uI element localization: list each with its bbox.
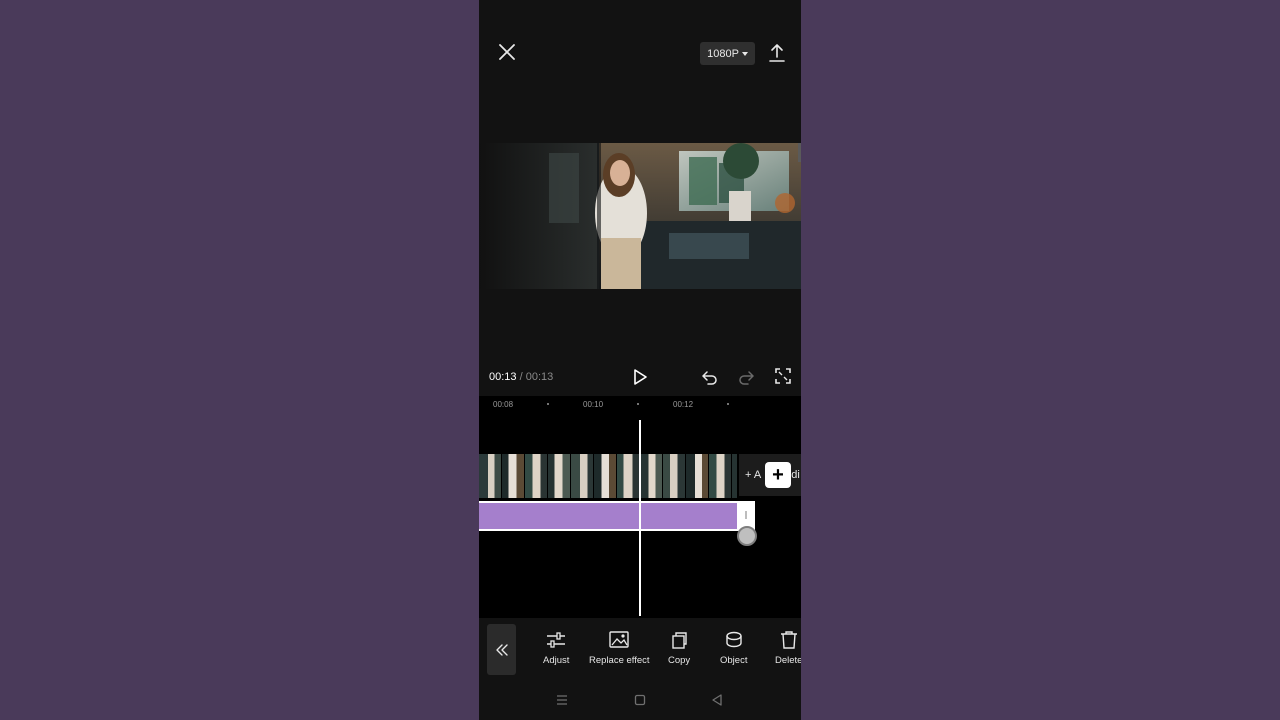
bottom-toolbar: Adjust Replace effect Copy Object Delete xyxy=(479,620,801,678)
ruler-label: 00:10 xyxy=(583,400,604,409)
nav-menu-button[interactable] xyxy=(555,693,569,707)
tool-label: Copy xyxy=(668,655,691,666)
clip-thumbnail xyxy=(525,454,548,498)
clip-thumbnail xyxy=(502,454,525,498)
replace-image-icon xyxy=(609,631,629,648)
top-bar: 1080P xyxy=(479,0,801,110)
clip-thumbnail xyxy=(686,454,709,498)
ruler-label: 00:08 xyxy=(493,400,514,409)
preview-scrollbar[interactable] xyxy=(798,143,801,162)
time-ruler: 00:08 00:10 00:12 xyxy=(479,396,801,414)
timecode: 00:13 / 00:13 xyxy=(489,371,553,383)
drag-knob[interactable] xyxy=(737,526,757,546)
object-tool[interactable]: Object xyxy=(720,630,747,666)
add-clip-button[interactable]: + xyxy=(765,462,791,488)
resolution-label: 1080P xyxy=(707,47,739,60)
copy-tool[interactable]: Copy xyxy=(668,630,690,666)
clip-thumbnail xyxy=(617,454,640,498)
video-track[interactable] xyxy=(479,454,737,498)
square-icon xyxy=(634,694,646,706)
nav-home-button[interactable] xyxy=(633,693,647,707)
chevron-down-icon xyxy=(741,51,748,56)
ruler-label: 00:12 xyxy=(673,400,694,409)
clip-thumbnail xyxy=(732,454,737,498)
time-separator: / xyxy=(519,371,523,383)
back-button[interactable] xyxy=(487,624,516,675)
tool-label: Replace effect xyxy=(589,655,650,666)
timeline[interactable]: 00:08 00:10 00:12 + A di + xyxy=(479,396,801,618)
adjust-tool[interactable]: Adjust xyxy=(543,630,569,666)
fullscreen-button[interactable] xyxy=(775,368,791,384)
plus-icon: + xyxy=(772,463,784,486)
tool-label: Object xyxy=(720,655,748,666)
playback-controls: 00:13 / 00:13 xyxy=(479,362,801,392)
tool-label: Delete xyxy=(775,655,801,666)
fullscreen-icon xyxy=(775,368,791,384)
clip-thumbnail xyxy=(640,454,663,498)
sliders-icon xyxy=(547,632,566,648)
ruler-dot xyxy=(637,403,639,405)
redo-button[interactable] xyxy=(737,368,755,386)
total-time: 00:13 xyxy=(525,371,554,383)
add-audio-label: + A xyxy=(745,469,762,481)
double-chevron-left-icon xyxy=(495,643,508,656)
play-button[interactable] xyxy=(631,368,649,386)
ruler-dot xyxy=(727,403,729,405)
replace-effect-tool[interactable]: Replace effect xyxy=(589,630,650,666)
nav-back-button[interactable] xyxy=(710,693,724,707)
triangle-back-icon xyxy=(712,694,722,706)
system-nav-bar xyxy=(479,680,801,720)
close-button[interactable] xyxy=(495,40,519,64)
clip-thumbnail xyxy=(479,454,502,498)
clip-thumbnail xyxy=(663,454,686,498)
object-icon xyxy=(726,631,742,648)
redo-icon xyxy=(739,371,754,385)
export-button[interactable] xyxy=(767,42,787,64)
ruler-dot xyxy=(547,403,549,405)
playhead[interactable] xyxy=(639,420,641,616)
clip-thumbnail xyxy=(709,454,732,498)
tool-label: Adjust xyxy=(543,655,570,666)
upload-icon xyxy=(769,44,785,62)
effect-track[interactable] xyxy=(479,501,755,531)
undo-icon xyxy=(702,371,717,385)
delete-tool[interactable]: Delete xyxy=(775,630,801,666)
preview-frame xyxy=(479,143,801,289)
resolution-dropdown[interactable]: 1080P xyxy=(700,42,755,65)
app-screen: 1080P 00:13 / 00:13 00:08 00:10 00:12 + … xyxy=(479,0,801,720)
clip-thumbnail xyxy=(571,454,594,498)
clip-thumbnail xyxy=(594,454,617,498)
copy-icon xyxy=(672,632,687,649)
add-audio-label-suffix: di xyxy=(791,469,800,481)
trash-icon xyxy=(780,631,797,649)
clip-thumbnail xyxy=(548,454,571,498)
menu-icon xyxy=(557,695,567,705)
close-icon xyxy=(499,44,515,60)
current-time: 00:13 xyxy=(489,371,517,383)
play-icon xyxy=(634,369,647,385)
undo-button[interactable] xyxy=(701,368,719,386)
video-preview[interactable] xyxy=(479,143,801,289)
